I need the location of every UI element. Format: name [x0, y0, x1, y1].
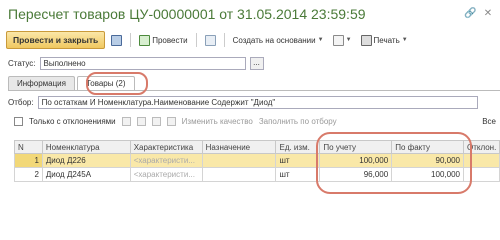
only-deviations-label: Только с отклонениями: [29, 117, 116, 126]
print-button[interactable]: Печать ▼: [358, 31, 411, 49]
post-button[interactable]: Провести: [136, 31, 190, 49]
save-button[interactable]: [108, 31, 125, 49]
document-icon: [332, 34, 344, 46]
save-icon: [111, 34, 123, 46]
column-header[interactable]: Номенклатура: [41, 140, 131, 154]
window-controls: 🔗 ✕: [464, 8, 494, 19]
post-and-close-button[interactable]: Провести и закрыть: [6, 31, 106, 49]
filter-label: Отбор:: [8, 98, 34, 107]
main-toolbar: Провести и закрыть Провести Создать на о…: [6, 30, 496, 50]
status-field[interactable]: Выполнено: [39, 57, 246, 70]
chevron-down-icon: ▼: [317, 37, 324, 43]
quality-icon: [166, 117, 176, 126]
toolbar-divider: [223, 33, 225, 47]
toolbar-divider: [195, 33, 197, 47]
toolbar-divider: [130, 33, 132, 47]
item-cell[interactable]: Диод Д226: [41, 153, 131, 168]
only-deviations-checkbox[interactable]: [14, 117, 23, 126]
document-title: Пересчет товаров ЦУ-00000001 от 31.05.20…: [8, 6, 366, 22]
create-based-on-button[interactable]: Создать на основании ▼: [230, 31, 327, 49]
barcode-icon[interactable]: [136, 117, 146, 126]
unit-cell[interactable]: шт: [275, 167, 321, 182]
status-row: Статус: Выполнено ...: [8, 57, 264, 70]
characteristic-cell[interactable]: <характеристи...: [129, 167, 203, 182]
purpose-cell[interactable]: [201, 167, 277, 182]
row-number: 1: [14, 153, 43, 168]
chevron-down-icon: ▼: [345, 37, 352, 43]
purpose-cell[interactable]: [201, 153, 277, 168]
grid-icon[interactable]: [151, 117, 161, 126]
share-icon[interactable]: [121, 117, 131, 126]
chevron-down-icon: ▼: [401, 37, 408, 43]
change-quality-button[interactable]: Изменить качество: [182, 117, 253, 126]
filter-row: Отбор: По остаткам И Номенклатура.Наимен…: [8, 96, 478, 109]
column-header[interactable]: N: [14, 140, 43, 154]
tab-information[interactable]: Информация: [8, 76, 75, 90]
tab-highlight-annotation: [86, 72, 148, 95]
create-based-on-label: Создать на основании: [232, 35, 316, 45]
link-icon[interactable]: 🔗: [464, 8, 476, 19]
row-number: 2: [14, 167, 43, 182]
printer-icon: [360, 34, 372, 46]
fill-by-filter-button[interactable]: Заполнить по отбору: [259, 117, 337, 126]
filter-field[interactable]: По остаткам И Номенклатура.Наименование …: [37, 96, 478, 109]
print-button-label: Печать: [373, 35, 400, 45]
document-structure-button[interactable]: [202, 31, 219, 49]
column-header[interactable]: Характеристика: [129, 140, 203, 154]
post-button-label: Провести: [152, 35, 188, 45]
list-icon: [204, 34, 216, 46]
close-icon[interactable]: ✕: [482, 8, 494, 19]
post-icon: [139, 34, 151, 46]
item-cell[interactable]: Диод Д245А: [41, 167, 131, 182]
column-header[interactable]: Ед. изм.: [275, 140, 321, 154]
all-actions-button[interactable]: Все: [482, 117, 496, 126]
quantity-highlight-annotation: [316, 132, 472, 194]
document-actions-button[interactable]: ▼: [330, 31, 355, 49]
column-header[interactable]: Назначение: [201, 140, 277, 154]
characteristic-cell[interactable]: <характеристи...: [129, 153, 203, 168]
status-select-button[interactable]: ...: [249, 57, 264, 70]
status-label: Статус:: [8, 59, 36, 68]
goods-toolbar: Только с отклонениями Изменить качество …: [14, 117, 496, 126]
unit-cell[interactable]: шт: [275, 153, 321, 168]
